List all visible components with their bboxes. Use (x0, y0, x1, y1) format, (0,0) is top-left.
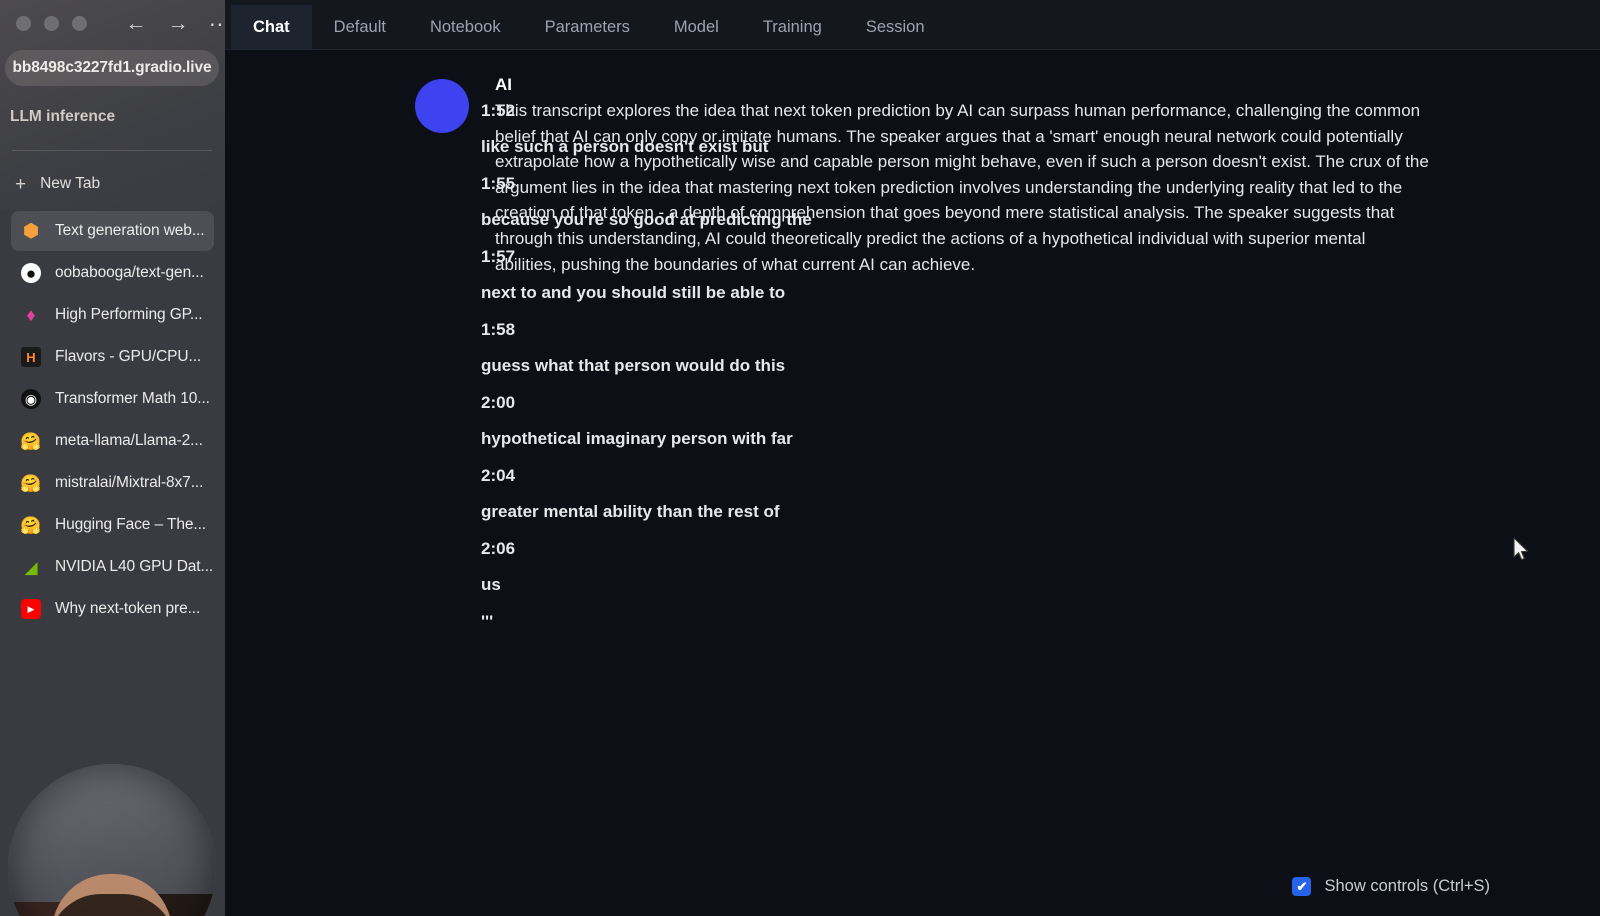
tab-model[interactable]: Model (652, 5, 741, 49)
webui-main: Chat Default Notebook Parameters Model Traini… (225, 0, 1600, 916)
flavors-icon: H (21, 347, 41, 367)
browser-tab-item[interactable]: ⬢ Text generation web... (11, 211, 214, 251)
transcript-line: 1:55 (481, 173, 516, 193)
transcript-line: guess what that person would do this (481, 356, 786, 376)
huggingface-spaces-icon: ♦ (26, 305, 36, 325)
transcript-line: hypothetical imaginary person with far (481, 429, 793, 449)
tab-notebook[interactable]: Notebook (408, 5, 523, 49)
chat-area: 1:52 like such a person doesn't exist but… (225, 50, 1600, 916)
browser-tab-item[interactable]: 🤗 meta-llama/Llama-2... (11, 421, 214, 461)
navigation-buttons: ← → ··· (124, 11, 226, 35)
browser-tab-item[interactable]: 🤗 mistralai/Mixtral-8x7... (11, 463, 214, 503)
webcam-overlay (8, 764, 216, 916)
tab-session[interactable]: Session (844, 5, 947, 49)
transcript-line: 1:57 (481, 246, 516, 266)
transcript-line: 1:58 (481, 319, 516, 339)
tab-default[interactable]: Default (312, 5, 408, 49)
close-window-button[interactable] (16, 16, 31, 31)
browser-tab-item[interactable]: 🤗 Hugging Face – The... (11, 505, 214, 545)
transcript-line: next to and you should still be able to (481, 283, 786, 303)
browser-tab-label: Text generation web... (55, 222, 205, 239)
maximize-window-button[interactable] (72, 16, 87, 31)
webui-tab-bar: Chat Default Notebook Parameters Model Traini… (225, 0, 1600, 50)
minimize-window-button[interactable] (44, 16, 59, 31)
browser-tab-label: mistralai/Mixtral-8x7... (55, 474, 204, 491)
browser-tab-item[interactable]: ◉ Transformer Math 10... (11, 379, 214, 419)
browser-tab-label: High Performing GP... (55, 306, 203, 323)
transcript-line: us (481, 575, 501, 595)
tab-training[interactable]: Training (741, 5, 844, 49)
transcript-line: greater mental ability than the rest of (481, 502, 780, 522)
transcript-block: 1:52 like such a person doesn't exist but… (225, 50, 1600, 640)
huggingface-icon: 🤗 (21, 473, 41, 493)
browser-tab-label: Transformer Math 10... (55, 390, 210, 407)
show-controls-checkbox[interactable]: ✔ (1292, 877, 1312, 896)
sidebar-divider (12, 150, 212, 151)
tab-chat[interactable]: Chat (231, 5, 312, 49)
browser-window: ← → ··· bb8498c3227fd1.gradio.live LLM i… (0, 0, 1600, 916)
transcript-line: like such a person doesn't exist but (481, 137, 769, 157)
transcript-line: 2:06 (481, 538, 516, 558)
browser-tab-label: NVIDIA L40 GPU Dat... (55, 558, 214, 575)
browser-sidebar: ← → ··· bb8498c3227fd1.gradio.live LLM i… (0, 0, 225, 916)
new-tab-label: New Tab (40, 175, 101, 192)
new-tab-button[interactable]: + New Tab (6, 170, 216, 198)
huggingface-icon: 🤗 (21, 431, 41, 451)
address-bar-url: bb8498c3227fd1.gradio.live (12, 59, 212, 76)
browser-tab-item[interactable]: ◢ NVIDIA L40 GPU Dat... (11, 547, 214, 587)
huggingface-icon: 🤗 (21, 515, 41, 535)
browser-tab-item[interactable]: ● oobabooga/text-gen... (11, 253, 214, 293)
sidebar-title: LLM inference (10, 108, 116, 125)
browser-tab-list: ⬢ Text generation web... ● oobabooga/text-g… (0, 209, 225, 631)
tab-parameters[interactable]: Parameters (523, 5, 652, 49)
browser-tab-label: Why next-token pre... (55, 600, 201, 617)
browser-tab-item[interactable]: ▶ Why next-token pre... (11, 589, 214, 629)
oobabooga-icon: ⬢ (22, 221, 40, 241)
youtube-icon: ▶ (21, 599, 41, 619)
transcript-line: 1:52 (481, 100, 516, 120)
browser-tab-label: Hugging Face – The... (55, 516, 206, 533)
show-controls-row[interactable]: ✔ Show controls (Ctrl+S) (1292, 877, 1490, 896)
transcript-line: ''' (481, 611, 494, 631)
show-controls-label: Show controls (Ctrl+S) (1324, 877, 1490, 895)
browser-tab-label: Flavors - GPU/CPU... (55, 348, 202, 365)
browser-tab-label: oobabooga/text-gen... (55, 264, 204, 281)
forward-arrow-icon[interactable]: → (166, 11, 190, 35)
browser-tab-item[interactable]: ♦ High Performing GP... (11, 295, 214, 335)
window-controls[interactable] (16, 16, 87, 31)
nvidia-icon: ◢ (24, 557, 38, 577)
transformer-math-icon: ◉ (21, 389, 41, 409)
plus-icon: + (15, 173, 27, 195)
transcript-line: 2:04 (481, 465, 516, 485)
browser-tab-label: meta-llama/Llama-2... (55, 432, 203, 449)
more-options-icon[interactable]: ··· (208, 11, 226, 35)
github-icon: ● (21, 263, 41, 283)
transcript-line: 2:00 (481, 392, 516, 412)
back-arrow-icon[interactable]: ← (124, 11, 148, 35)
address-bar[interactable]: bb8498c3227fd1.gradio.live (5, 50, 219, 86)
transcript-line: because you're so good at predicting the (481, 210, 812, 230)
browser-tab-item[interactable]: H Flavors - GPU/CPU... (11, 337, 214, 377)
